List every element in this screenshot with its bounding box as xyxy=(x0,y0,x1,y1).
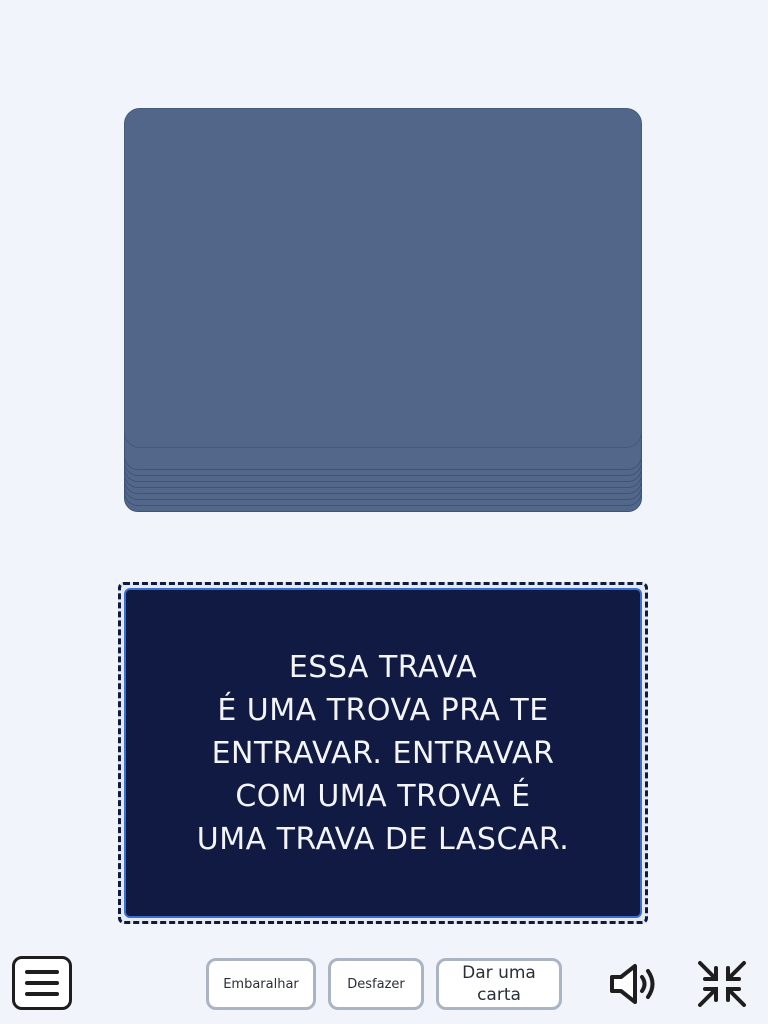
deck-top-card[interactable] xyxy=(124,108,642,448)
card-line: COM UMA TROVA É xyxy=(235,778,531,814)
undo-button[interactable]: Desfazer xyxy=(328,958,424,1010)
sound-button[interactable] xyxy=(606,960,662,1008)
card-line: ENTRAVAR. ENTRAVAR xyxy=(211,735,555,771)
exit-fullscreen-button[interactable] xyxy=(694,960,750,1008)
bottom-toolbar: Embaralhar Desfazer Dar uma carta xyxy=(0,940,768,1024)
card-line: É UMA TROVA PRA TE xyxy=(217,692,549,728)
exit-fullscreen-icon xyxy=(698,961,746,1007)
card-line: ESSA TRAVA xyxy=(288,649,478,685)
hamburger-menu-icon xyxy=(25,970,59,974)
speaker-icon xyxy=(610,964,655,1004)
hamburger-menu-icon xyxy=(25,992,59,996)
card-line: UMA TRAVA DE LASCAR. xyxy=(196,821,570,857)
hamburger-menu-icon xyxy=(25,981,59,985)
menu-button[interactable] xyxy=(12,956,72,1010)
deal-card-button[interactable]: Dar uma carta xyxy=(436,958,562,1010)
card-text: ESSA TRAVA É UMA TROVA PRA TE ENTRAVAR. … xyxy=(197,646,569,861)
drawn-card[interactable]: ESSA TRAVA É UMA TROVA PRA TE ENTRAVAR. … xyxy=(124,588,642,918)
card-deck[interactable] xyxy=(124,108,642,512)
shuffle-button[interactable]: Embaralhar xyxy=(206,958,316,1010)
